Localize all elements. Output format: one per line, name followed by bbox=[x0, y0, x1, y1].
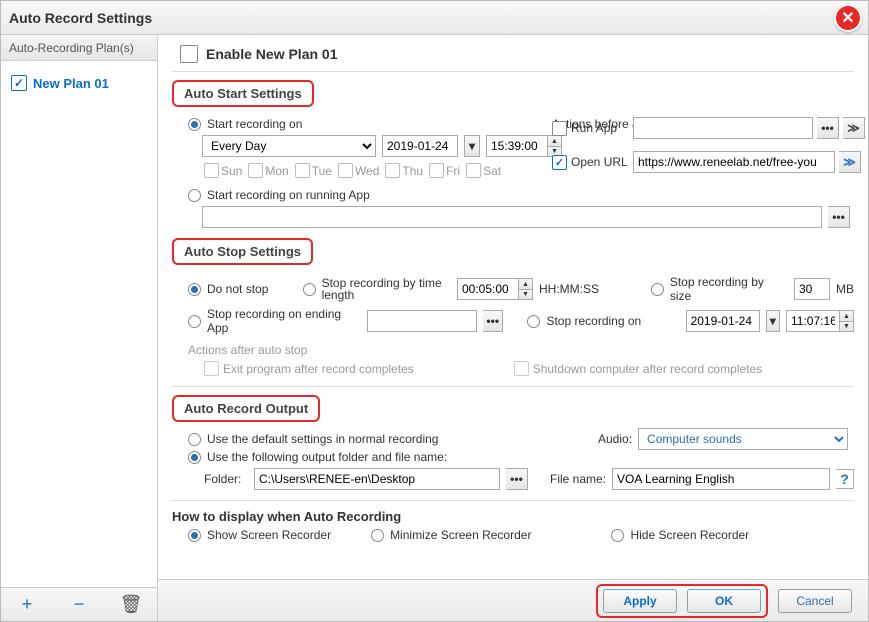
spin-up-icon[interactable]: ▲ bbox=[519, 278, 533, 289]
footer-highlight-group: Apply OK bbox=[596, 584, 768, 618]
stop-time-input[interactable] bbox=[457, 278, 519, 300]
label-audio: Audio: bbox=[598, 432, 632, 446]
add-plan-icon[interactable]: + bbox=[16, 594, 38, 616]
audio-select[interactable]: Computer sounds bbox=[638, 428, 848, 450]
run-app-checkbox[interactable] bbox=[552, 121, 567, 136]
run-app-input[interactable] bbox=[633, 117, 813, 139]
day-thu-checkbox[interactable] bbox=[385, 163, 400, 178]
spin-up-icon[interactable]: ▲ bbox=[840, 310, 854, 321]
label-start-on: Start recording on bbox=[207, 117, 302, 131]
radio-stop-endapp[interactable] bbox=[188, 315, 201, 328]
label-output-custom: Use the following output folder and file… bbox=[207, 450, 447, 464]
start-time-spinner[interactable]: ▲▼ bbox=[486, 135, 562, 157]
stop-on-date-input[interactable] bbox=[686, 310, 760, 332]
section-how-to-display: How to display when Auto Recording bbox=[172, 509, 854, 524]
stop-on-time-input[interactable] bbox=[786, 310, 840, 332]
day-mon-checkbox[interactable] bbox=[248, 163, 263, 178]
section-auto-start: Auto Start Settings bbox=[172, 80, 314, 107]
filename-input[interactable] bbox=[612, 468, 830, 490]
filename-help-icon[interactable]: ? bbox=[836, 469, 854, 489]
window-title: Auto Record Settings bbox=[9, 10, 152, 26]
stop-size-input[interactable] bbox=[794, 278, 830, 300]
cancel-button[interactable]: Cancel bbox=[778, 589, 852, 613]
label-folder: Folder: bbox=[204, 472, 248, 486]
label-show-recorder: Show Screen Recorder bbox=[207, 528, 331, 542]
day-sat-checkbox[interactable] bbox=[466, 163, 481, 178]
plan-checkbox-icon[interactable]: ✓ bbox=[11, 75, 27, 91]
frequency-select[interactable]: Every Day bbox=[202, 135, 376, 157]
label-shutdown: Shutdown computer after record completes bbox=[533, 362, 762, 376]
radio-start-on[interactable] bbox=[188, 118, 201, 131]
running-app-input[interactable] bbox=[202, 206, 822, 228]
spin-down-icon[interactable]: ▼ bbox=[519, 289, 533, 300]
section-auto-output: Auto Record Output bbox=[172, 395, 320, 422]
section-auto-stop: Auto Stop Settings bbox=[172, 238, 313, 265]
day-wed-checkbox[interactable] bbox=[338, 163, 353, 178]
label-stop-size: Stop recording by size bbox=[670, 275, 788, 303]
enable-plan-checkbox[interactable] bbox=[180, 45, 198, 63]
open-url-go-icon[interactable]: ≫ bbox=[839, 151, 861, 173]
remove-plan-icon[interactable]: − bbox=[68, 594, 90, 616]
radio-do-not-stop[interactable] bbox=[188, 283, 201, 296]
label-mb: MB bbox=[836, 282, 854, 296]
radio-hide-recorder[interactable] bbox=[611, 529, 624, 542]
radio-stop-on[interactable] bbox=[527, 315, 540, 328]
label-stop-time: Stop recording by time length bbox=[322, 277, 451, 301]
radio-start-on-app[interactable] bbox=[188, 189, 201, 202]
radio-show-recorder[interactable] bbox=[188, 529, 201, 542]
run-app-browse-icon[interactable]: ••• bbox=[817, 117, 839, 139]
sidebar-header: Auto-Recording Plan(s) bbox=[1, 35, 157, 61]
sidebar: Auto-Recording Plan(s) ✓ New Plan 01 + −… bbox=[1, 35, 158, 621]
label-output-default: Use the default settings in normal recor… bbox=[207, 432, 438, 446]
exit-program-checkbox[interactable] bbox=[204, 361, 219, 376]
label-do-not-stop: Do not stop bbox=[207, 282, 297, 296]
close-icon[interactable]: ✕ bbox=[834, 4, 862, 32]
label-stop-endapp: Stop recording on ending App bbox=[207, 307, 361, 335]
stop-on-time-spinner[interactable]: ▲▼ bbox=[786, 310, 854, 332]
day-tue-checkbox[interactable] bbox=[295, 163, 310, 178]
apply-button[interactable]: Apply bbox=[603, 589, 677, 613]
ok-button[interactable]: OK bbox=[687, 589, 761, 613]
enable-plan-label: Enable New Plan 01 bbox=[206, 46, 338, 62]
open-url-label: Open URL bbox=[571, 155, 629, 169]
run-app-label: Run App bbox=[571, 121, 629, 135]
delete-plan-icon[interactable]: 🗑 bbox=[120, 594, 142, 616]
date-dropdown-icon[interactable]: ▾ bbox=[464, 135, 480, 157]
folder-input[interactable] bbox=[254, 468, 500, 490]
label-stop-on: Stop recording on bbox=[546, 314, 679, 328]
label-minimize-recorder: Minimize Screen Recorder bbox=[390, 528, 531, 542]
radio-output-default[interactable] bbox=[188, 433, 201, 446]
label-start-on-app: Start recording on running App bbox=[207, 188, 370, 202]
label-hhmmss: HH:MM:SS bbox=[539, 282, 599, 296]
stop-endapp-browse-icon[interactable]: ••• bbox=[483, 310, 503, 332]
day-fri-checkbox[interactable] bbox=[429, 163, 444, 178]
label-actions-after-stop: Actions after auto stop bbox=[188, 343, 854, 357]
folder-browse-icon[interactable]: ••• bbox=[506, 468, 528, 490]
open-url-input[interactable] bbox=[633, 151, 835, 173]
plan-label: New Plan 01 bbox=[33, 76, 109, 91]
shutdown-checkbox[interactable] bbox=[514, 361, 529, 376]
label-exit-program: Exit program after record completes bbox=[223, 362, 414, 376]
radio-output-custom[interactable] bbox=[188, 451, 201, 464]
start-time-input[interactable] bbox=[486, 135, 548, 157]
start-date-input[interactable] bbox=[382, 135, 458, 157]
radio-minimize-recorder[interactable] bbox=[371, 529, 384, 542]
running-app-browse-icon[interactable]: ••• bbox=[828, 206, 850, 228]
stop-time-spinner[interactable]: ▲▼ bbox=[457, 278, 533, 300]
open-url-checkbox[interactable] bbox=[552, 155, 567, 170]
run-app-go-icon[interactable]: ≫ bbox=[843, 117, 865, 139]
plan-item-new-plan-01[interactable]: ✓ New Plan 01 bbox=[1, 71, 157, 95]
label-filename: File name: bbox=[550, 472, 606, 486]
radio-stop-time[interactable] bbox=[303, 283, 316, 296]
radio-stop-size[interactable] bbox=[651, 283, 664, 296]
plan-list: ✓ New Plan 01 bbox=[1, 61, 157, 587]
day-sun-checkbox[interactable] bbox=[204, 163, 219, 178]
stop-date-dropdown-icon[interactable]: ▾ bbox=[766, 310, 780, 332]
stop-endapp-input[interactable] bbox=[367, 310, 477, 332]
label-hide-recorder: Hide Screen Recorder bbox=[630, 528, 749, 542]
spin-down-icon[interactable]: ▼ bbox=[840, 321, 854, 332]
